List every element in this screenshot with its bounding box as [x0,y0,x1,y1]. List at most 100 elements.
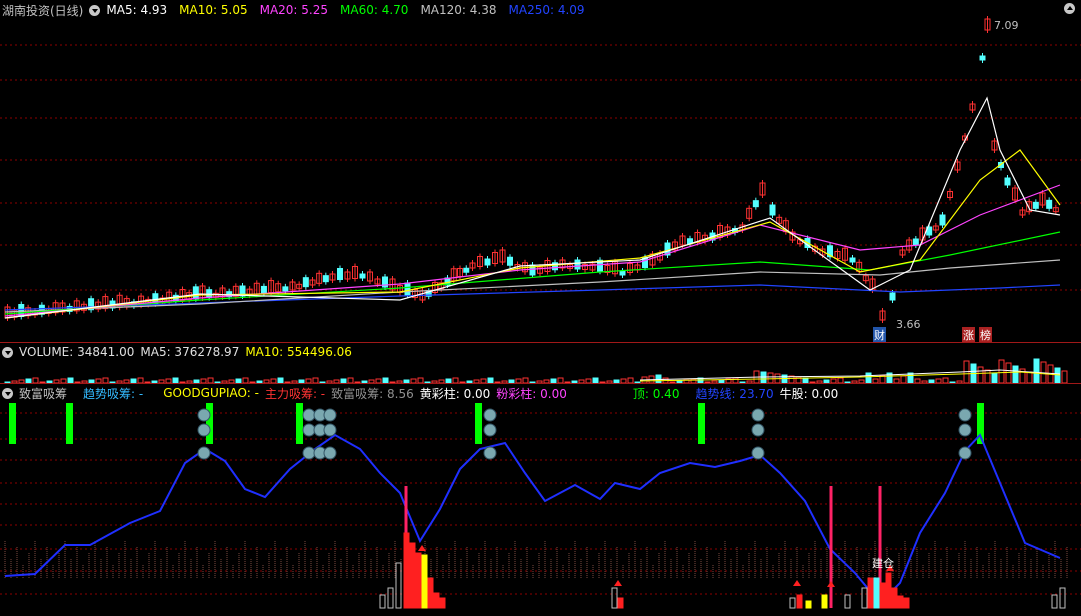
candle [979,55,986,61]
up-arrow-icon [793,580,801,586]
candle [282,286,289,292]
rich-absorb-label: 致富吸筹: 8.56 [331,386,414,401]
volume-ma10: MA10: 554496.06 [245,345,352,359]
main-absorb-label: 主力吸筹: - [264,386,326,401]
volume-bar [1026,371,1033,383]
candle [507,256,513,266]
ma10-line [4,149,1061,319]
check-circle-icon [302,408,316,422]
cluster-bar [611,587,618,609]
check-circle-icon [483,446,497,460]
volume-header: VOLUME: 34841.00 MA5: 376278.97 MA10: 55… [2,344,352,360]
volume-ma5: MA5: 376278.97 [140,345,240,359]
check-circle-icon [958,446,972,460]
ma10-label: MA10: 5.05 [179,3,248,17]
finance-tag[interactable]: 财 [873,327,886,343]
green-signal-bar [698,403,705,444]
check-circle-icon [323,423,337,437]
cluster-bar [1051,594,1058,609]
volume-bar [1054,367,1061,383]
cluster-bar [403,532,410,609]
cluster-bar [433,592,440,609]
cluster-bar [415,552,422,609]
volume-bar [865,372,872,383]
volume-bar [977,366,984,383]
candle [463,267,470,273]
ma60-label: MA60: 4.70 [340,3,409,17]
chevron-down-icon[interactable] [2,387,13,399]
yellow-bar-label: 黄彩柱: 0.00 [419,386,491,401]
cluster-bar [395,562,402,609]
volume-bar [1012,365,1019,383]
green-signal-bar [66,403,73,444]
low-price-label: 3.66 [896,318,921,331]
spike-bar [829,486,833,608]
chevron-down-icon[interactable] [89,4,101,16]
cluster-bar [439,597,446,609]
volume-bar [1033,358,1040,383]
volume-bar [1061,370,1068,383]
price-chart[interactable] [0,0,1081,342]
candle [619,270,626,276]
candle [912,238,919,246]
candle [322,275,329,283]
cluster-bar [789,597,796,609]
cluster-bar [897,595,904,609]
indicator-chart[interactable] [0,383,1081,616]
cluster-bar [885,572,892,609]
expand-icon[interactable] [1064,3,1075,14]
candle [1004,177,1011,186]
candle [192,286,199,300]
cluster-bar [427,577,434,609]
cluster-bar [903,597,910,609]
goodgupiao-label: GOODGUPIAO: - [163,386,259,400]
check-circle-icon [323,408,337,422]
volume-bar [991,372,998,383]
high-price-label: 7.09 [994,19,1019,32]
cluster-bar [409,542,416,609]
cluster-bar [379,594,386,609]
cluster-bar [891,587,898,609]
check-circle-icon [197,423,211,437]
stock-title: 湖南投资(日线) [2,3,84,18]
chevron-down-icon[interactable] [2,346,13,358]
volume-panel[interactable]: VOLUME: 34841.00 MA5: 376278.97 MA10: 55… [0,342,1081,383]
candle [574,259,581,270]
candle [337,268,343,280]
ma5-label: MA5: 4.93 [106,3,168,17]
cluster-bar [879,582,886,609]
candle [260,285,267,294]
cluster-bar [1059,587,1066,609]
volume-bar [1005,362,1012,383]
build-position-label: 建仓 [872,557,894,570]
indicator-panel[interactable]: 致富吸筹 趋势吸筹: - GOODGUPIAO: - 主力吸筹: - 致富吸筹:… [0,383,1081,616]
volume-bar [760,371,767,383]
up-arrow-icon [827,581,835,587]
price-panel[interactable]: 湖南投资(日线) MA5: 4.93 MA10: 5.05 MA20: 5.25… [0,0,1081,343]
volume-bar [998,359,1005,383]
ma120-label: MA120: 4.38 [420,3,497,17]
volume-bar [767,372,774,383]
check-circle-icon [751,423,765,437]
up-arrow-icon [614,580,622,586]
candle [404,282,411,296]
rise-tag[interactable]: 涨 [962,327,975,343]
check-circle-icon [958,408,972,422]
cluster-bar [421,554,428,609]
candle [302,277,309,288]
check-circle-icon [302,423,316,437]
check-circle-icon [958,423,972,437]
check-circle-icon [483,423,497,437]
ma250-label: MA250: 4.09 [508,3,585,17]
green-signal-bar [206,403,213,444]
candle [769,204,776,216]
cluster-bar [805,600,812,609]
check-circle-icon [302,446,316,460]
pink-bar-label: 粉彩柱: 0.00 [496,386,567,401]
candle [1032,201,1039,209]
volume-bar [900,375,907,383]
check-circle-icon [751,446,765,460]
check-circle-icon [197,446,211,460]
ranking-tag[interactable]: 榜 [979,327,992,343]
candle [359,273,366,279]
